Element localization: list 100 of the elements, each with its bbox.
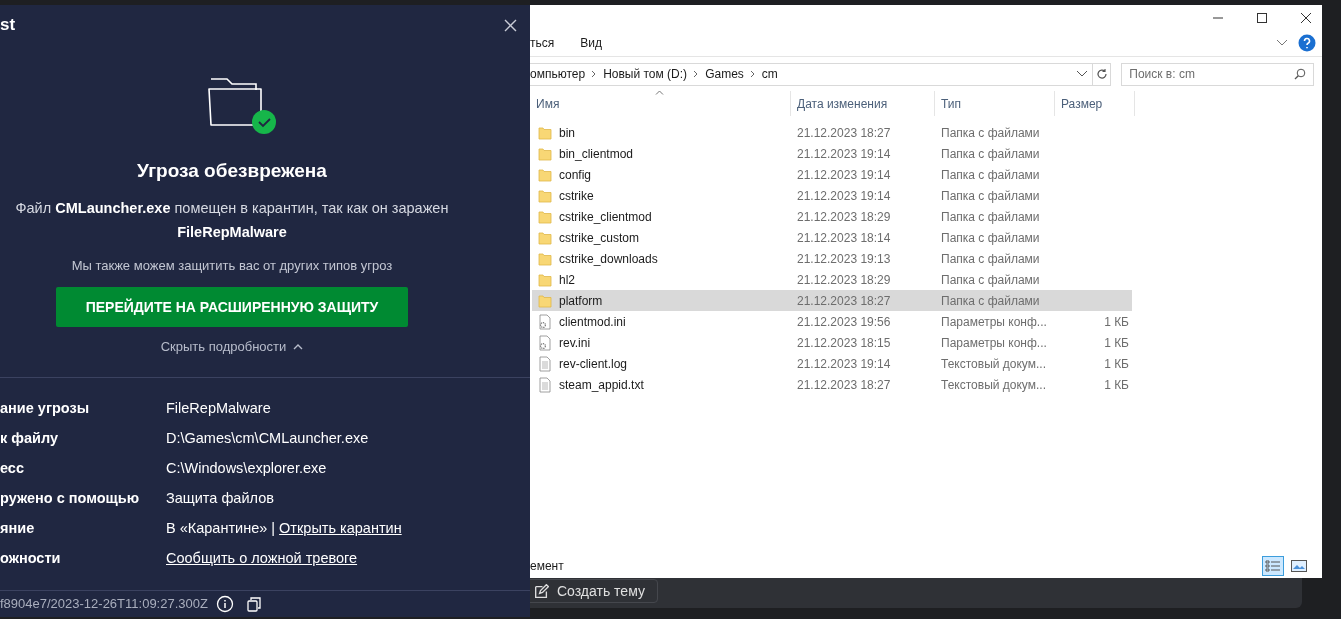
file-name: platform (559, 292, 603, 310)
modified-date: 21.12.2023 18:15 (796, 334, 892, 352)
file-name: cstrike_clientmod (559, 208, 652, 226)
text-file-icon (538, 376, 552, 393)
detail-value: FileRepMalware (166, 398, 271, 418)
file-row[interactable]: bin_clientmod 21.12.2023 19:14 Папка с файлами (532, 143, 1132, 164)
chevron-right-icon (749, 70, 756, 78)
modified-date: 21.12.2023 18:29 (796, 271, 892, 289)
file-row[interactable]: rev-client.log 21.12.2023 19:14 Текстовый докум... 1 КБ (532, 353, 1132, 374)
modified-date: 21.12.2023 18:27 (796, 124, 892, 142)
address-bar[interactable]: омпьютер Новый том (D:) Games cm (530, 62, 1112, 86)
dialog-title: st (0, 14, 16, 37)
file-type: Папка с файлами (940, 124, 1041, 142)
search-field[interactable]: Поиск в: cm (1121, 62, 1314, 86)
help-icon[interactable] (1298, 34, 1316, 52)
modified-date: 21.12.2023 18:27 (796, 376, 892, 394)
info-icon[interactable] (215, 594, 234, 613)
modified-date: 21.12.2023 19:14 (796, 355, 892, 373)
file-name: cstrike_downloads (559, 250, 658, 268)
file-type: Текстовый докум... (940, 355, 1047, 373)
threat-message: Файл CMLauncher.exe помещен в карантин, так как он заражен FileRepMalware (15, 198, 449, 242)
file-name: clientmod.ini (559, 313, 626, 331)
modified-date: 21.12.2023 19:14 (796, 166, 892, 184)
folder-icon (538, 167, 552, 182)
modified-date: 21.12.2023 19:14 (796, 187, 892, 205)
file-name: rev.ini (559, 334, 591, 352)
detail-label: ожности (0, 548, 62, 568)
column-header[interactable]: Дата изменения (791, 91, 935, 116)
file-row[interactable]: cstrike_custom 21.12.2023 18:14 Папка с файлами (532, 227, 1132, 248)
file-size: 1 КБ (1104, 376, 1129, 394)
folder-icon (538, 146, 552, 161)
chevron-right-icon (591, 70, 598, 78)
chevron-down-icon[interactable] (1076, 70, 1089, 78)
breadcrumb[interactable]: cm (755, 65, 784, 83)
file-type: Текстовый докум... (940, 376, 1047, 394)
file-type: Папка с файлами (940, 250, 1041, 268)
copy-icon[interactable] (245, 595, 262, 612)
detail-value: C:\Windows\explorer.exe (166, 458, 327, 478)
file-row[interactable]: cstrike_clientmod 21.12.2023 18:29 Папка с файлами (532, 206, 1132, 227)
details-toggle[interactable]: Скрыть подробности (160, 337, 304, 357)
file-row[interactable]: cstrike 21.12.2023 19:14 Папка с файлами (532, 185, 1132, 206)
detail-label: есс (0, 458, 25, 478)
file-row[interactable]: rev.ini 21.12.2023 18:15 Параметры конф... 1 КБ (532, 332, 1132, 353)
close-icon (1300, 11, 1312, 24)
folder-check-icon (207, 75, 277, 135)
modified-date: 21.12.2023 19:14 (796, 145, 892, 163)
file-row[interactable]: bin 21.12.2023 18:27 Папка с файлами (532, 122, 1132, 143)
chevron-down-icon[interactable] (1276, 39, 1288, 47)
status-heading: Угроза обезврежена (137, 159, 327, 183)
file-name: hl2 (559, 271, 575, 289)
event-id: f8904e7/2023-12-26T11:09:27.300Z (0, 595, 208, 613)
file-type: Папка с файлами (940, 166, 1041, 184)
file-name: bin (559, 124, 575, 142)
folder-icon (538, 188, 552, 203)
column-header[interactable]: Тип (935, 91, 1055, 116)
breadcrumb[interactable]: Новый том (D:) (597, 65, 694, 83)
column-header[interactable]: Размер (1055, 91, 1135, 116)
file-name: bin_clientmod (559, 145, 634, 163)
folder-icon (538, 251, 552, 266)
file-row[interactable]: hl2 21.12.2023 18:29 Папка с файлами (532, 269, 1132, 290)
file-type: Папка с файлами (940, 208, 1041, 226)
detail-link[interactable]: Открыть карантин (279, 517, 402, 540)
modified-date: 21.12.2023 18:29 (796, 208, 892, 226)
file-type: Параметры конф... (940, 334, 1048, 352)
folder-icon (538, 293, 552, 308)
file-type: Папка с файлами (940, 187, 1041, 205)
file-type: Папка с файлами (940, 292, 1041, 310)
upgrade-button[interactable]: ПЕРЕЙДИТЕ НА РАСШИРЕННУЮ ЗАЩИТУ (56, 287, 408, 327)
detail-label: ание угрозы (0, 398, 91, 418)
ribbon-tab[interactable]: ться (530, 34, 555, 52)
settings-file-icon (538, 334, 552, 351)
edit-icon (535, 584, 549, 598)
file-row[interactable]: config 21.12.2023 19:14 Папка с файлами (532, 164, 1132, 185)
file-row[interactable]: clientmod.ini 21.12.2023 19:56 Параметры конф... 1 КБ (532, 311, 1132, 332)
text-file-icon (538, 355, 552, 372)
details-view-button[interactable] (1262, 556, 1284, 576)
file-row[interactable]: platform 21.12.2023 18:27 Папка с файлами (532, 290, 1132, 311)
detail-link[interactable]: Сообщить о ложной тревоге (166, 547, 358, 570)
modified-date: 21.12.2023 18:14 (796, 229, 892, 247)
file-row[interactable]: steam_appid.txt 21.12.2023 18:27 Текстовый докум... 1 КБ (532, 374, 1132, 395)
ribbon-tab[interactable]: Вид (580, 34, 602, 52)
chevron-right-icon (693, 70, 700, 78)
file-name: cstrike (559, 187, 594, 205)
file-type: Папка с файлами (940, 145, 1041, 163)
maximize-icon (1257, 12, 1267, 23)
detail-label: к файлу (0, 428, 60, 448)
offer-text: Мы также можем защитить вас от других типов угроз (71, 256, 393, 275)
detail-value: В «Карантине» | (166, 518, 276, 538)
folder-icon (538, 125, 552, 140)
folder-icon (538, 230, 552, 245)
breadcrumb[interactable]: Games (699, 65, 750, 83)
detail-value: D:\Games\cm\CMLauncher.exe (166, 428, 369, 448)
search-icon (1294, 67, 1306, 80)
file-row[interactable]: cstrike_downloads 21.12.2023 19:13 Папка с файлами (532, 248, 1132, 269)
settings-file-icon (538, 313, 552, 330)
detail-label: яние (0, 518, 36, 538)
file-size: 1 КБ (1104, 313, 1129, 331)
breadcrumb[interactable]: омпьютер (530, 65, 592, 83)
refresh-icon[interactable] (1095, 68, 1108, 80)
file-type: Параметры конф... (940, 313, 1048, 331)
